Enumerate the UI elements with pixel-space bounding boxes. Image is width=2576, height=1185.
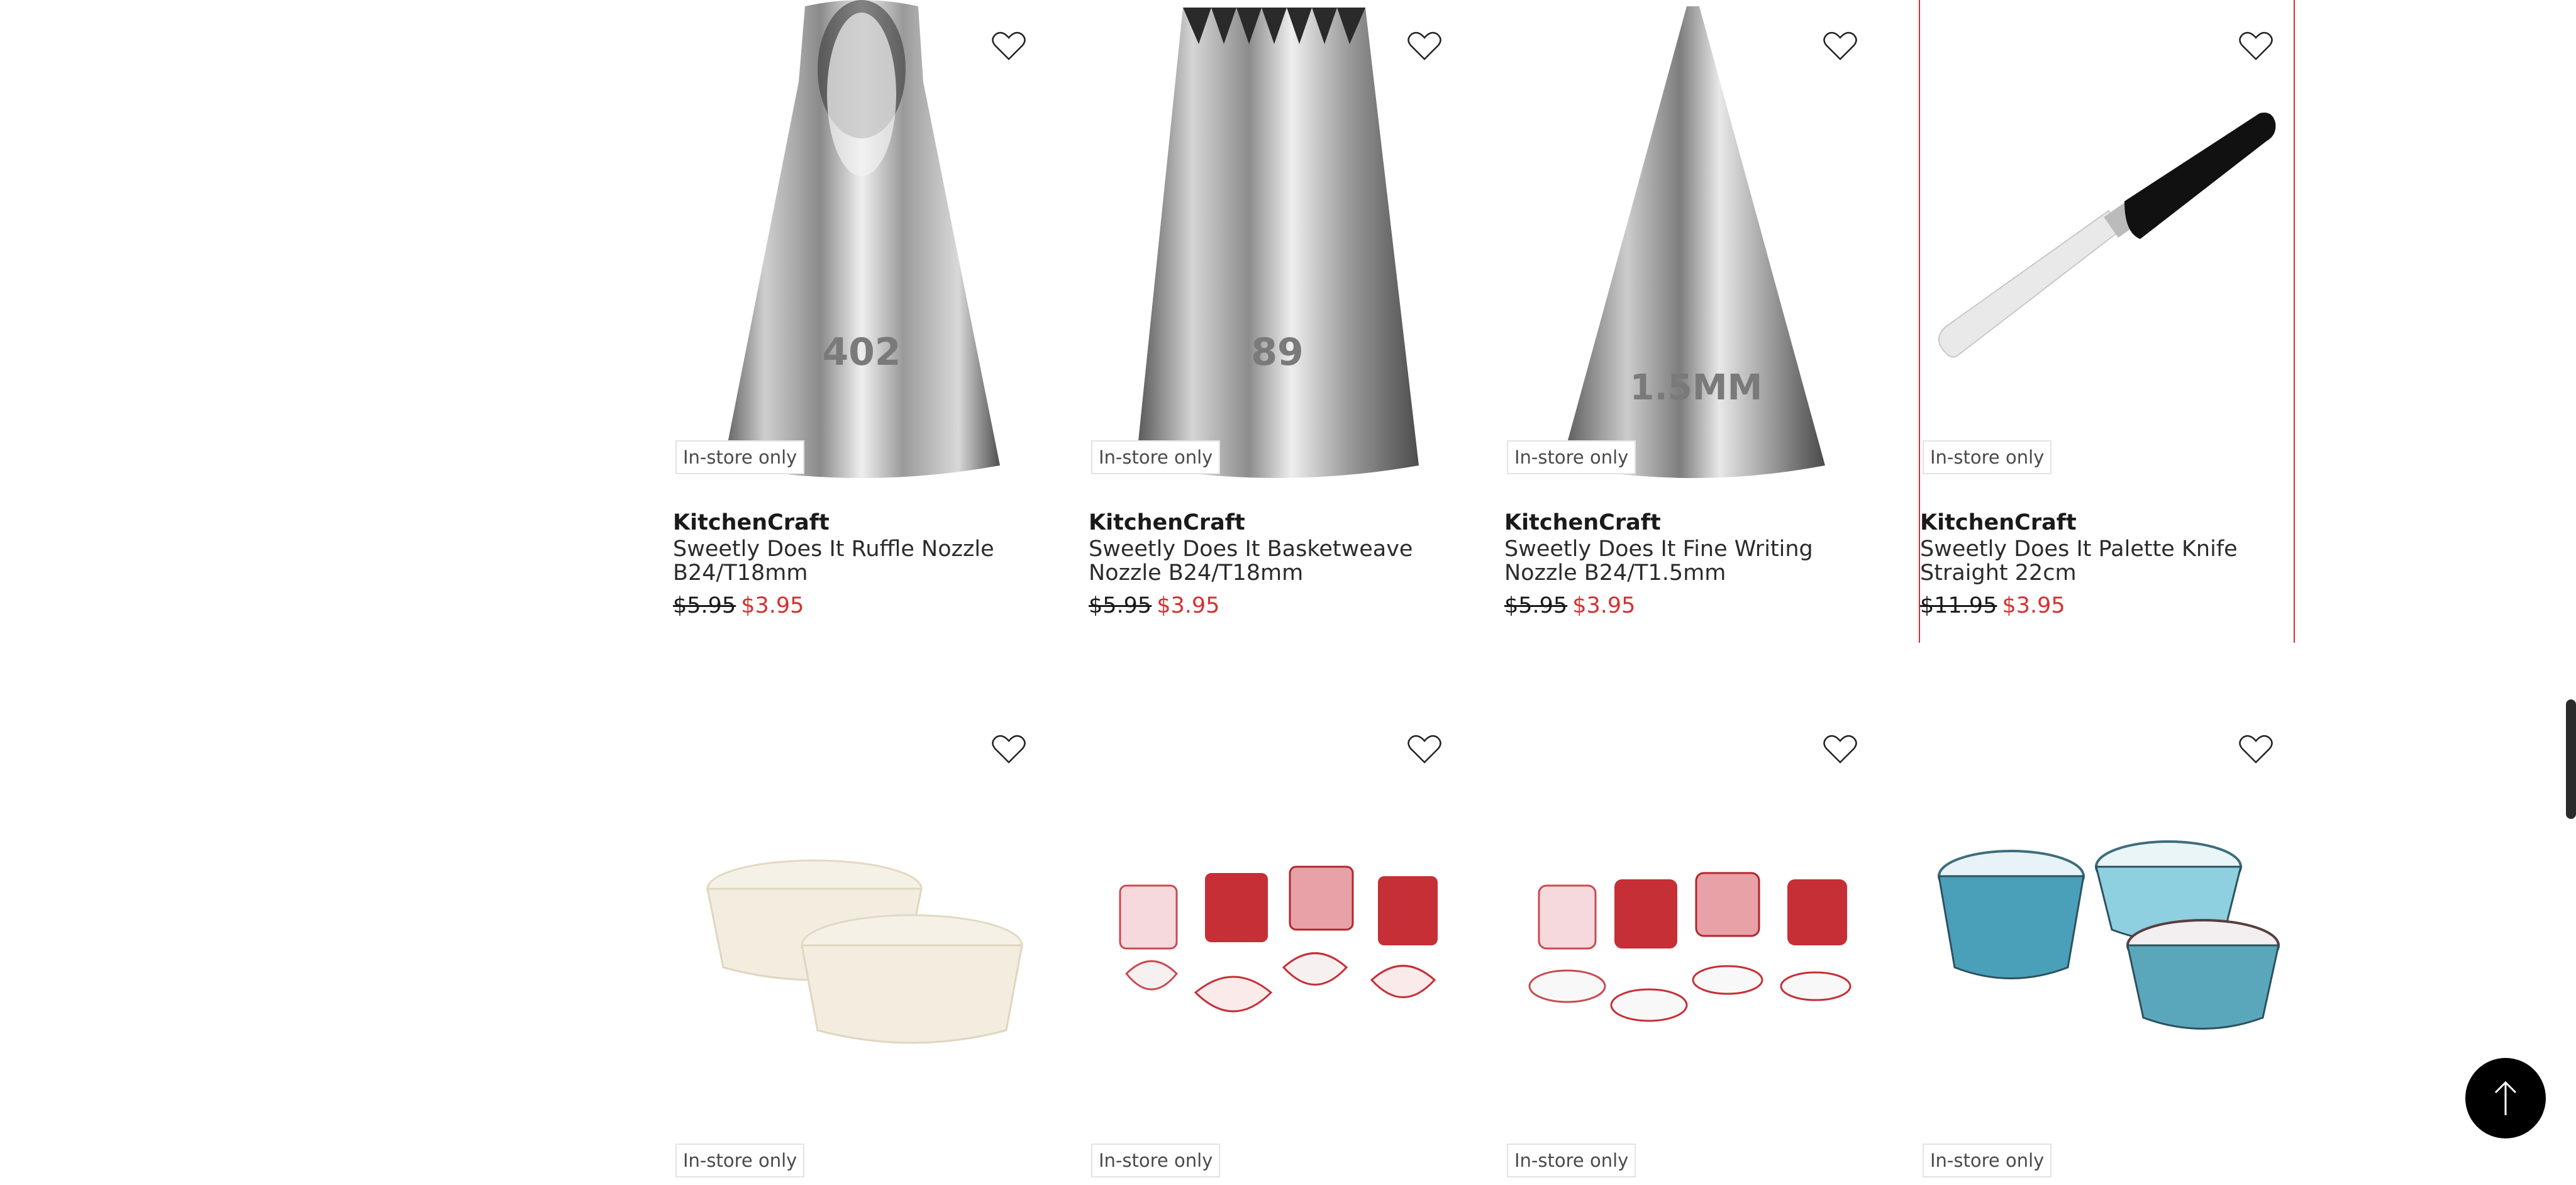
status-badge: In-store only: [1507, 1143, 1636, 1177]
product-image[interactable]: 402: [673, 0, 1046, 482]
product-card[interactable]: In-store only: [1089, 703, 1462, 1177]
svg-text:402: 402: [822, 330, 901, 374]
product-info[interactable]: KitchenCraft Sweetly Does It Ruffle Nozz…: [673, 509, 1046, 619]
product-image[interactable]: [1920, 0, 2294, 482]
product-brand: KitchenCraft: [673, 510, 830, 535]
status-badge: In-store only: [675, 1143, 805, 1177]
status-badge: In-store only: [1091, 1143, 1221, 1177]
heart-icon: [992, 31, 1026, 60]
sale-price: $3.95: [1157, 593, 1220, 618]
scrollbar-thumb[interactable]: [2566, 699, 2576, 819]
heart-icon: [2239, 735, 2273, 764]
svg-text:89: 89: [1251, 330, 1304, 374]
wishlist-button[interactable]: [1816, 24, 1864, 68]
sale-price: $3.95: [2002, 593, 2065, 618]
product-grid: 402 In-store only KitchenCraft Sweetly D…: [673, 0, 2326, 1177]
product-image[interactable]: [1089, 703, 1462, 1185]
product-price: $5.95 $3.95: [673, 592, 1046, 619]
original-price: $11.95: [1920, 593, 1997, 618]
status-badge: In-store only: [1507, 440, 1636, 474]
product-card[interactable]: 89 In-store only KitchenCraft Sweetly Do…: [1089, 0, 1462, 643]
product-info[interactable]: KitchenCraft Sweetly Does It Fine Writin…: [1504, 509, 1878, 619]
product-brand: KitchenCraft: [1504, 510, 1661, 535]
arrow-up-icon: [2494, 1081, 2517, 1115]
original-price: $5.95: [1089, 593, 1152, 618]
original-price: $5.95: [1504, 593, 1568, 618]
product-brand: KitchenCraft: [1089, 510, 1245, 535]
product-info[interactable]: KitchenCraft Sweetly Does It Palette Kni…: [1920, 509, 2294, 619]
product-card[interactable]: In-store only KitchenCraft Sweetly Does …: [1919, 0, 2295, 643]
sale-price: $3.95: [741, 593, 804, 618]
sale-price: $3.95: [1572, 593, 1636, 618]
back-to-top-button[interactable]: [2465, 1058, 2546, 1138]
heart-icon: [1823, 31, 1857, 60]
wishlist-button[interactable]: [1401, 24, 1448, 68]
product-name[interactable]: Sweetly Does It Ruffle Nozzle B24/T18mm: [673, 537, 1046, 585]
wishlist-button[interactable]: [1401, 727, 1448, 771]
wishlist-button[interactable]: [1816, 727, 1864, 771]
heart-icon: [992, 735, 1026, 764]
product-info[interactable]: KitchenCraft Sweetly Does It Basketweave…: [1089, 509, 1462, 619]
product-card[interactable]: 1.5MM In-store only KitchenCraft Sweetly…: [1504, 0, 1878, 643]
product-name[interactable]: Sweetly Does It Fine Writing Nozzle B24/…: [1504, 537, 1878, 585]
product-brand: KitchenCraft: [1920, 510, 2077, 535]
product-price: $5.95 $3.95: [1089, 592, 1462, 619]
product-image[interactable]: [1920, 703, 2294, 1185]
product-card[interactable]: 402 In-store only KitchenCraft Sweetly D…: [673, 0, 1046, 643]
wishlist-button[interactable]: [985, 24, 1033, 68]
svg-text:1.5MM: 1.5MM: [1630, 367, 1763, 408]
product-card[interactable]: In-store only: [1920, 703, 2294, 1177]
product-price: $5.95 $3.95: [1504, 592, 1878, 619]
product-image[interactable]: 1.5MM: [1504, 0, 1878, 482]
status-badge: In-store only: [675, 440, 805, 474]
product-image[interactable]: [1504, 703, 1878, 1185]
heart-icon: [1407, 735, 1441, 764]
product-image[interactable]: [673, 703, 1046, 1185]
product-card[interactable]: In-store only: [1504, 703, 1878, 1177]
heart-icon: [2239, 31, 2273, 60]
product-price: $11.95 $3.95: [1920, 592, 2294, 619]
heart-icon: [1407, 31, 1441, 60]
product-name[interactable]: Sweetly Does It Palette Knife Straight 2…: [1920, 537, 2294, 585]
product-image[interactable]: 89: [1089, 0, 1462, 482]
wishlist-button[interactable]: [2232, 24, 2280, 68]
wishlist-button[interactable]: [2232, 727, 2280, 771]
product-card[interactable]: In-store only: [673, 703, 1046, 1177]
original-price: $5.95: [673, 593, 736, 618]
status-badge: In-store only: [1923, 440, 2052, 474]
status-badge: In-store only: [1091, 440, 1221, 474]
wishlist-button[interactable]: [985, 727, 1033, 771]
product-name[interactable]: Sweetly Does It Basketweave Nozzle B24/T…: [1089, 537, 1462, 585]
heart-icon: [1823, 735, 1857, 764]
status-badge: In-store only: [1923, 1143, 2052, 1177]
